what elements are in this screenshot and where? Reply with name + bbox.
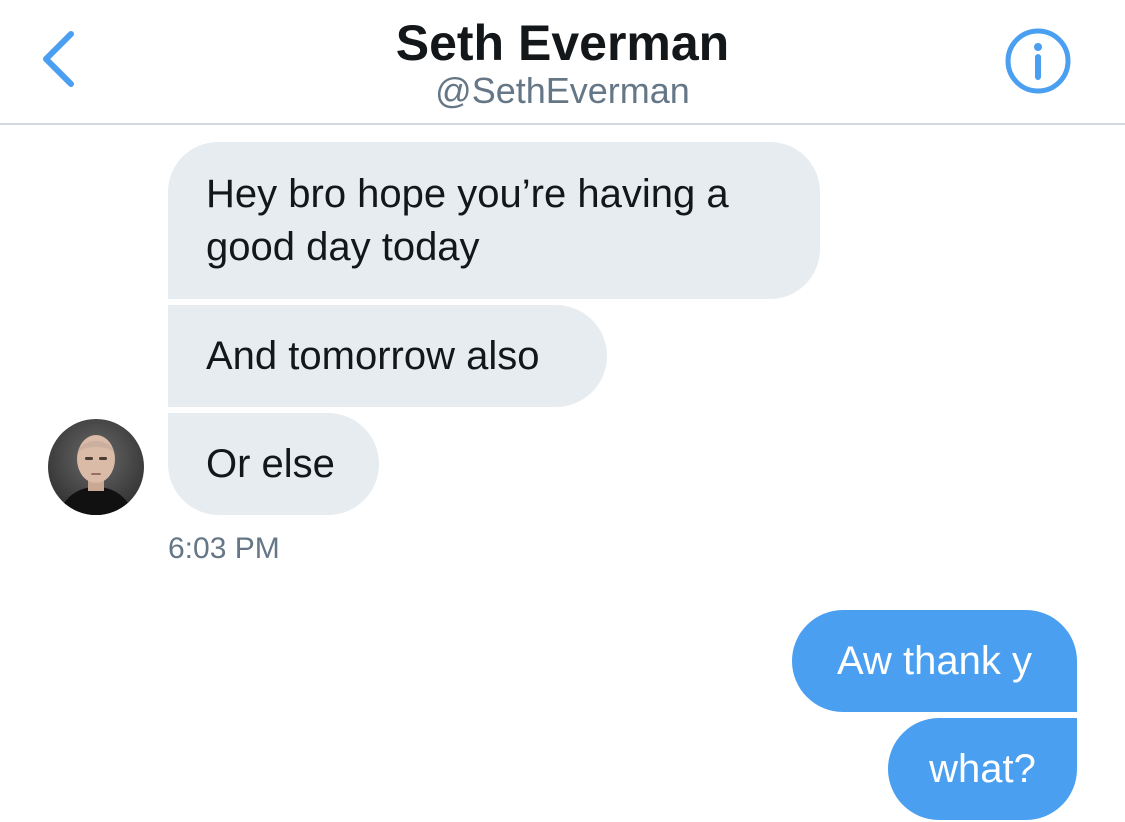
outgoing-message[interactable]: what? <box>888 718 1077 820</box>
info-button[interactable] <box>1004 27 1072 95</box>
user-handle: @SethEverman <box>435 70 690 111</box>
message-timestamp: 6:03 PM <box>168 532 280 565</box>
page-title: Seth Everman <box>395 15 730 71</box>
info-circle-icon <box>1005 28 1071 94</box>
avatar[interactable] <box>48 419 144 515</box>
incoming-message[interactable]: Hey bro hope you’re having a good day to… <box>168 142 820 299</box>
dm-conversation-screen: Seth Everman @SethEverman Hey bro hope y… <box>0 0 1125 822</box>
outgoing-message[interactable]: Aw thank y <box>792 610 1077 712</box>
conversation-header: Seth Everman @SethEverman <box>0 0 1125 125</box>
incoming-message[interactable]: Or else <box>168 413 379 515</box>
incoming-message[interactable]: And tomorrow also <box>168 305 607 407</box>
